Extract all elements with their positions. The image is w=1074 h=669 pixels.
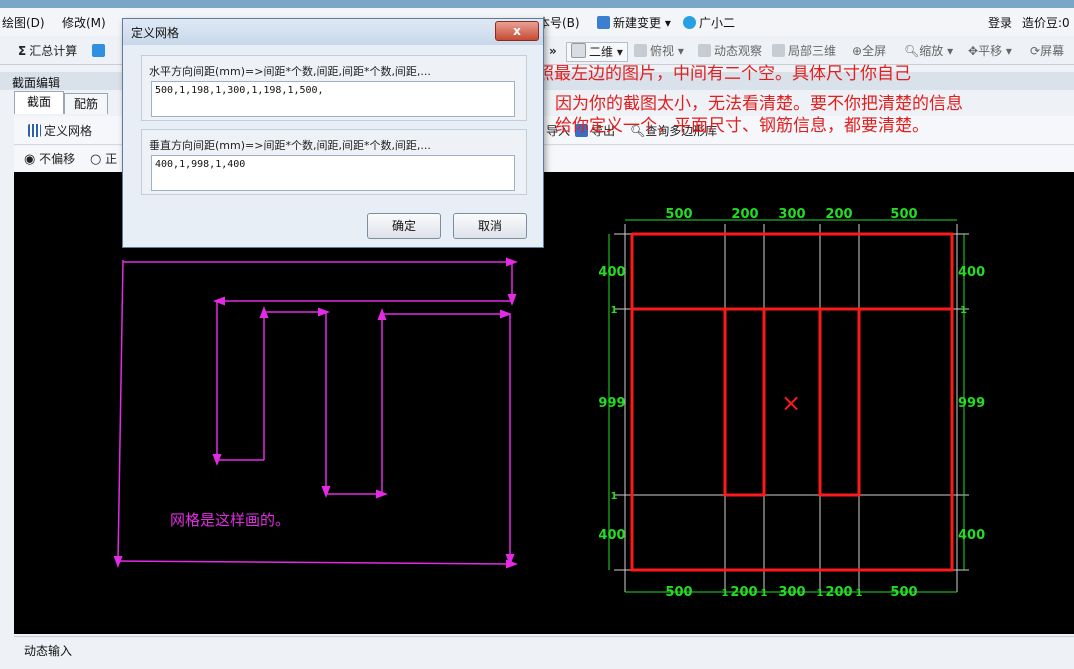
menu-item-modify[interactable]: 修改(M) [62,14,106,32]
tab-section[interactable]: 截面 [14,91,64,114]
local-3d-icon [772,44,785,57]
right-dim-4: 400 [958,528,985,543]
radio-no-offset-label: 不偏移 [39,152,76,166]
right-dim-2: 1 [960,305,967,316]
local-3d-label: 局部三维 [788,44,837,58]
fullscreen-label: 全屏 [862,44,887,58]
bottom-dim-8: 1 [856,588,863,599]
grid-icon [28,124,41,137]
close-button[interactable]: x [495,21,539,41]
define-grid-button[interactable]: 定义网格 [28,122,92,140]
top-dim-4: 200 [825,207,852,222]
top-dim-5: 500 [890,207,917,222]
define-grid-label: 定义网格 [44,124,93,138]
cloud-icon [92,44,105,57]
screen-label: 屏幕 [1040,44,1065,58]
radio-positive-label: 正 [105,152,118,166]
top-dim-2: 200 [731,207,758,222]
vertical-spacing-input[interactable]: 400,1,998,1,400 [151,155,515,191]
window-titlebar [0,0,1074,8]
menu-item-new-change[interactable]: 新建变更 ▾ [597,14,671,32]
dialog-titlebar[interactable]: 定义网格 x [123,19,543,45]
annotation-line-1: 这是仿照最左边的图片，中间有二个空。具体尺寸你自己 [486,64,911,84]
radio-unchecked-icon: ○ [90,152,102,167]
bottom-dim-5: 300 [778,585,805,600]
dialog-title: 定义网格 [131,26,180,40]
horizontal-spacing-label: 水平方向间距(mm)=>间距*个数,间距,间距*个数,间距,... [149,65,431,78]
left-dim-1: 400 [598,265,625,280]
orbit-icon [698,44,711,57]
top-view-button[interactable]: 俯视 ▾ [634,42,684,60]
right-dim-1: 400 [958,265,985,280]
document-icon [597,16,610,29]
radio-checked-icon: ◉ [24,152,36,167]
bottom-dim-3: 200 [730,585,757,600]
vertical-spacing-label: 垂直方向间距(mm)=>间距*个数,间距,间距*个数,间距,... [149,139,431,152]
dynamic-input-label[interactable]: 动态输入 [24,642,72,659]
toolbar-overflow[interactable]: » [549,42,557,60]
ok-button[interactable]: 确定 [367,213,441,239]
menu-item-draw[interactable]: 绘图(D) [2,14,45,32]
top-view-icon [634,44,647,57]
bottom-dim-9: 500 [890,585,917,600]
radio-positive[interactable]: ○ 正 [90,150,117,168]
fullscreen-button[interactable]: ⊕全屏 [852,42,886,60]
center-cross: × [781,389,801,417]
menu-item-assistant[interactable]: 广小二 [683,14,735,32]
pan-button[interactable]: ✥平移 ▾ [968,42,1012,60]
fullscreen-icon: ⊕ [852,44,863,58]
orbit-label: 动态观察 [714,44,763,58]
menu-item-version[interactable]: 本号(B) [538,14,580,32]
sigma-icon: Σ [18,44,27,58]
assistant-label: 广小二 [699,16,736,30]
horizontal-spacing-input[interactable]: 500,1,198,1,300,1,198,1,500, [151,81,515,117]
screen-icon: ⟳ [1030,44,1041,58]
top-view-label: 俯视 [650,44,675,58]
plane-icon [571,43,586,58]
grid-note: 网格是这样画的。 [170,511,290,529]
annotation-line-3: 上传，给你定义一个，平面尺寸、钢筋信息，都要清楚。 [504,116,929,136]
login-link[interactable]: 登录 [988,14,1012,32]
view-2d-label: 二维 [589,45,614,59]
right-dim-3: 999 [958,396,985,411]
screen-button[interactable]: ⟳屏幕 [1030,42,1064,60]
cost-beans: 造价豆:0 [1022,16,1070,30]
zoom-icon: 🔍︎ [904,44,920,58]
radio-no-offset[interactable]: ◉ 不偏移 [24,150,75,168]
summary-calc-button[interactable]: Σ 汇总计算 [18,42,77,60]
pan-label: 平移 [978,44,1003,58]
new-change-label: 新建变更 [613,16,662,30]
local-3d-button[interactable]: 局部三维 [772,42,836,60]
zoom-label: 缩放 [919,44,944,58]
pan-icon: ✥ [968,44,979,58]
summary-calc-label: 汇总计算 [29,44,78,58]
bottom-dim-6: 1 [817,588,824,599]
left-dim-2: 1 [611,305,618,316]
left-dim-4: 1 [611,491,618,502]
orbit-button[interactable]: 动态观察 [698,42,762,60]
cancel-button[interactable]: 取消 [453,213,527,239]
bottom-dim-4: 1 [761,588,768,599]
zoom-button[interactable]: 🔍︎缩放 ▾ [904,42,953,60]
cloud-button[interactable] [92,42,108,60]
top-dim-3: 300 [778,207,805,222]
assistant-icon [683,16,696,29]
section-editor-title: 截面编辑 [12,76,61,90]
top-dim-1: 500 [665,207,692,222]
define-grid-dialog: 定义网格 x 水平方向间距(mm)=>间距*个数,间距,间距*个数,间距,...… [122,18,544,248]
status-bar: 动态输入 [14,636,1074,669]
close-icon: x [513,24,521,38]
bottom-dim-2: 1 [722,588,729,599]
tab-rebar[interactable]: 配筋 [64,93,108,114]
left-dim-3: 999 [598,396,625,411]
bottom-dim-7: 200 [825,585,852,600]
bottom-dim-1: 500 [665,585,692,600]
left-dim-5: 400 [598,528,625,543]
